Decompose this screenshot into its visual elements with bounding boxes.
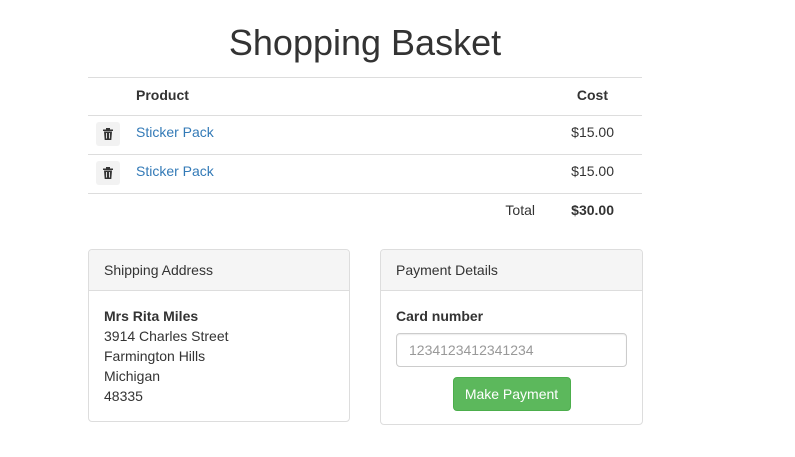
remove-item-button[interactable] [96,122,120,146]
total-row: Total $30.00 [88,193,642,230]
trash-icon [103,167,113,179]
shipping-panel-heading: Shipping Address [89,250,349,291]
card-number-label: Card number [396,308,484,324]
page-title: Shopping Basket [228,22,502,63]
column-header-product: Product [136,87,189,103]
remove-item-button[interactable] [96,161,120,185]
address-state: Michigan [104,368,161,384]
total-value: $30.00 [571,202,614,218]
table-row: Sticker Pack $15.00 [88,154,642,193]
product-link[interactable]: Sticker Pack [136,163,214,179]
recipient-name: Mrs Rita Miles [104,308,199,324]
address-city: Farmington Hills [104,348,206,364]
address-zip: 48335 [104,388,143,404]
total-label: Total [505,202,535,218]
shipping-address-panel: Shipping Address Mrs Rita Miles 3914 Cha… [88,249,350,422]
table-header: Product Cost [88,77,642,115]
table-row: Sticker Pack $15.00 [88,115,642,154]
item-cost: $15.00 [571,124,614,140]
trash-icon [103,128,113,140]
basket-table: Product Cost Sticker Pack $15.00 Sticker… [88,77,642,230]
payment-panel-heading: Payment Details [381,250,642,291]
address-street: 3914 Charles Street [104,328,229,344]
payment-form: Card number Make Payment [381,291,642,426]
product-link[interactable]: Sticker Pack [136,124,214,140]
make-payment-button[interactable]: Make Payment [452,377,571,411]
column-header-cost: Cost [576,87,608,103]
payment-details-panel: Payment Details Card number Make Payment [380,249,643,425]
card-number-input[interactable] [396,333,627,367]
item-cost: $15.00 [571,163,614,179]
shipping-address-body: Mrs Rita Miles 3914 Charles Street Farmi… [89,291,349,421]
